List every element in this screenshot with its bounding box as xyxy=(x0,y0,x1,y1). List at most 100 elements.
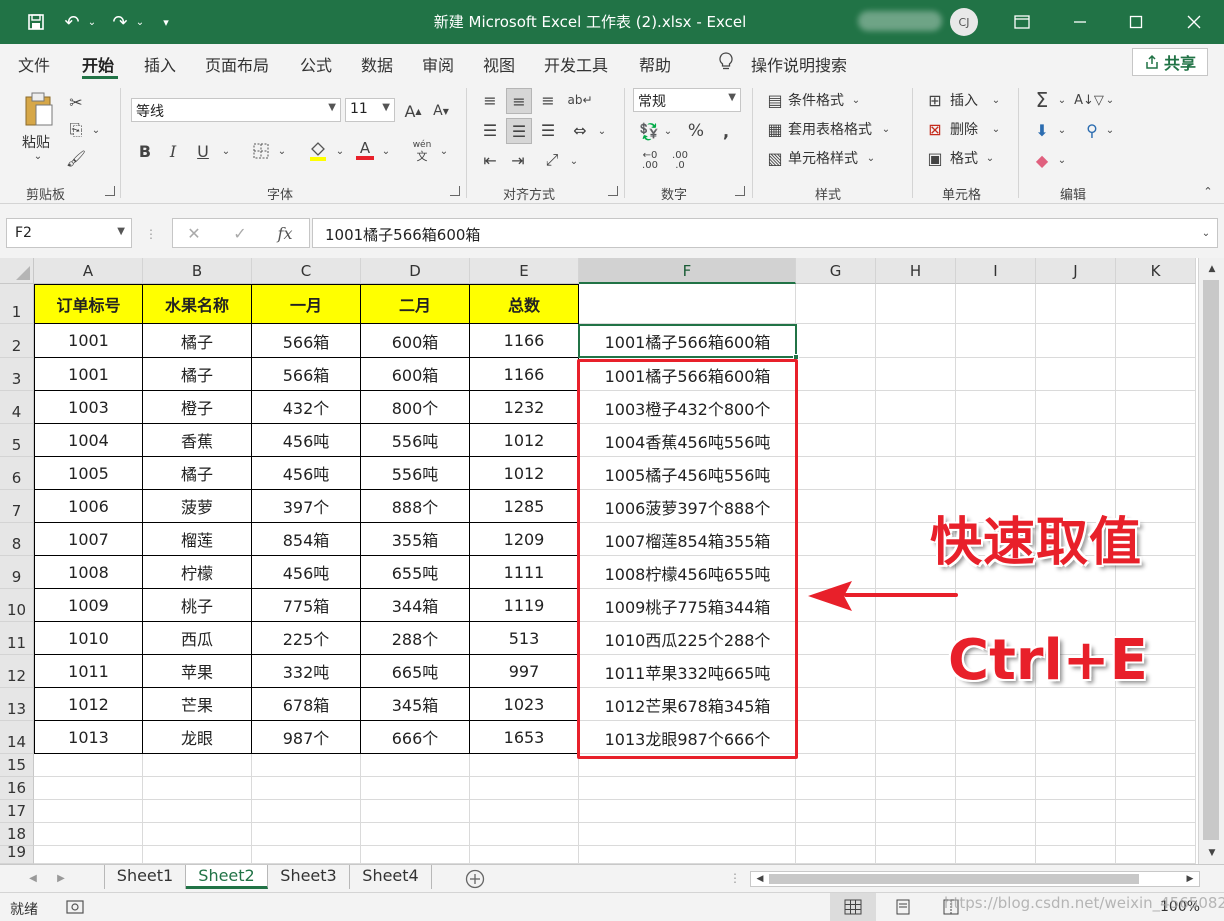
percent-icon[interactable]: % xyxy=(684,120,708,142)
tab-home[interactable]: 开始 xyxy=(82,52,114,76)
number-format-select[interactable]: 常规 ▼ xyxy=(633,88,741,112)
cell-c5[interactable]: 456吨 xyxy=(252,424,361,457)
tab-split-icon[interactable]: ⋮ xyxy=(729,869,741,887)
tab-formulas[interactable]: 公式 xyxy=(300,52,332,76)
tab-view[interactable]: 视图 xyxy=(483,52,515,76)
cell-b12[interactable]: 苹果 xyxy=(143,655,252,688)
cell-b4[interactable]: 橙子 xyxy=(143,391,252,424)
cell-e8[interactable]: 1209 xyxy=(470,523,579,556)
font-color-dropdown-icon[interactable]: ⌄ xyxy=(380,142,392,160)
cell-e12[interactable]: 997 xyxy=(470,655,579,688)
cell-d13[interactable]: 345箱 xyxy=(361,688,470,721)
font-launcher-icon[interactable] xyxy=(450,186,460,196)
cell-c12[interactable]: 332吨 xyxy=(252,655,361,688)
delete-cells-button[interactable]: 删除 xyxy=(950,119,978,139)
cell-d11[interactable]: 288个 xyxy=(361,622,470,655)
insert-cells-button[interactable]: 插入 xyxy=(950,90,978,110)
cell-a13[interactable]: 1012 xyxy=(34,688,143,721)
macro-record-icon[interactable] xyxy=(64,897,86,917)
next-sheet-icon[interactable]: ▶ xyxy=(54,869,68,887)
wrap-text-icon[interactable]: ab↵ xyxy=(567,88,592,112)
avatar[interactable]: CJ xyxy=(950,8,978,36)
enter-icon[interactable]: ✓ xyxy=(229,223,251,243)
row-header-13[interactable]: 13 xyxy=(0,688,34,721)
undo-dropdown-icon[interactable]: ⌄ xyxy=(86,0,98,44)
cell-a6[interactable]: 1005 xyxy=(34,457,143,490)
cell-d4[interactable]: 800个 xyxy=(361,391,470,424)
cell-b10[interactable]: 桃子 xyxy=(143,589,252,622)
borders-dropdown-icon[interactable]: ⌄ xyxy=(276,142,288,160)
scroll-right-icon[interactable]: ▶ xyxy=(1183,872,1197,886)
cell-e11[interactable]: 513 xyxy=(470,622,579,655)
orientation-dropdown-icon[interactable]: ⌄ xyxy=(568,152,580,170)
paste-label[interactable]: 粘贴 xyxy=(22,132,50,152)
row-header-7[interactable]: 7 xyxy=(0,490,34,523)
minimize-icon[interactable] xyxy=(1068,0,1092,44)
tab-page-layout[interactable]: 页面布局 xyxy=(205,52,269,76)
conditional-format-button[interactable]: 条件格式 xyxy=(788,90,844,110)
autosum-dropdown-icon[interactable]: ⌄ xyxy=(1056,92,1068,108)
cell-d8[interactable]: 355箱 xyxy=(361,523,470,556)
chevron-down-icon[interactable]: ⌄ xyxy=(984,150,996,166)
cell-e14[interactable]: 1653 xyxy=(470,721,579,754)
row-header-2[interactable]: 2 xyxy=(0,324,34,358)
cell-b9[interactable]: 柠檬 xyxy=(143,556,252,589)
cell-b6[interactable]: 橘子 xyxy=(143,457,252,490)
fill-icon[interactable]: ⬇ xyxy=(1030,118,1054,142)
cell-c14[interactable]: 987个 xyxy=(252,721,361,754)
sheet-tab-sheet3[interactable]: Sheet3 xyxy=(268,865,350,889)
conditional-format-icon[interactable]: ▤ xyxy=(764,90,786,110)
delete-cells-icon[interactable]: ⊠ xyxy=(924,119,946,139)
clear-icon[interactable]: ◆ xyxy=(1030,148,1054,172)
tab-help[interactable]: 帮助 xyxy=(639,52,671,76)
cell-d1[interactable]: 二月 xyxy=(361,284,470,324)
shrink-font-icon[interactable]: A ▼ xyxy=(430,100,452,122)
column-header-e[interactable]: E xyxy=(470,258,579,284)
cell-d14[interactable]: 666个 xyxy=(361,721,470,754)
cell-d9[interactable]: 655吨 xyxy=(361,556,470,589)
column-header-a[interactable]: A xyxy=(34,258,143,284)
cell-c9[interactable]: 456吨 xyxy=(252,556,361,589)
cell-d10[interactable]: 344箱 xyxy=(361,589,470,622)
underline-icon[interactable]: U xyxy=(194,140,212,162)
sheet-tab-sheet4[interactable]: Sheet4 xyxy=(350,865,432,889)
clipboard-launcher-icon[interactable] xyxy=(105,186,115,196)
maximize-icon[interactable] xyxy=(1124,0,1148,44)
vertical-scroll-thumb[interactable] xyxy=(1203,280,1219,840)
font-color-icon[interactable]: A xyxy=(354,138,376,162)
row-header-19[interactable]: 19 xyxy=(0,843,34,864)
decrease-decimal-icon[interactable]: .00.0 xyxy=(666,150,694,172)
row-header-12[interactable]: 12 xyxy=(0,655,34,688)
sort-filter-icon[interactable]: A↓▽ xyxy=(1074,88,1104,112)
cell-styles-icon[interactable]: ▧ xyxy=(764,148,786,168)
cell-e3[interactable]: 1166 xyxy=(470,358,579,391)
tell-me-search[interactable]: 操作说明搜索 xyxy=(751,52,847,76)
cell-c8[interactable]: 854箱 xyxy=(252,523,361,556)
column-header-d[interactable]: D xyxy=(361,258,470,284)
paste-icon[interactable] xyxy=(20,90,56,128)
cell-a3[interactable]: 1001 xyxy=(34,358,143,391)
copy-icon[interactable]: ⎘ xyxy=(64,120,88,140)
row-header-4[interactable]: 4 xyxy=(0,391,34,424)
cell-e1[interactable]: 总数 xyxy=(470,284,579,324)
align-top-icon[interactable]: ≡ xyxy=(478,88,502,112)
italic-icon[interactable]: I xyxy=(164,140,182,162)
vertical-scrollbar[interactable]: ▲ ▼ xyxy=(1198,258,1224,864)
cell-styles-button[interactable]: 单元格样式 xyxy=(788,148,858,168)
phonetic-dropdown-icon[interactable]: ⌄ xyxy=(438,142,450,160)
increase-decimal-icon[interactable]: ←0.00 xyxy=(636,150,664,172)
cut-icon[interactable]: ✂ xyxy=(64,92,88,112)
close-icon[interactable] xyxy=(1182,0,1206,44)
row-header-9[interactable]: 9 xyxy=(0,556,34,589)
redo-dropdown-icon[interactable]: ⌄ xyxy=(134,0,146,44)
page-layout-view-icon[interactable] xyxy=(892,897,914,917)
row-header-15[interactable]: 15 xyxy=(0,754,34,777)
customize-toolbar-icon[interactable]: ▾ xyxy=(158,0,174,44)
cell-d3[interactable]: 600箱 xyxy=(361,358,470,391)
row-header-5[interactable]: 5 xyxy=(0,424,34,457)
cell-b8[interactable]: 榴莲 xyxy=(143,523,252,556)
align-center-icon[interactable]: ☰ xyxy=(506,118,532,144)
row-header-10[interactable]: 10 xyxy=(0,589,34,622)
column-header-i[interactable]: I xyxy=(956,258,1036,284)
scroll-up-icon[interactable]: ▲ xyxy=(1205,262,1219,276)
